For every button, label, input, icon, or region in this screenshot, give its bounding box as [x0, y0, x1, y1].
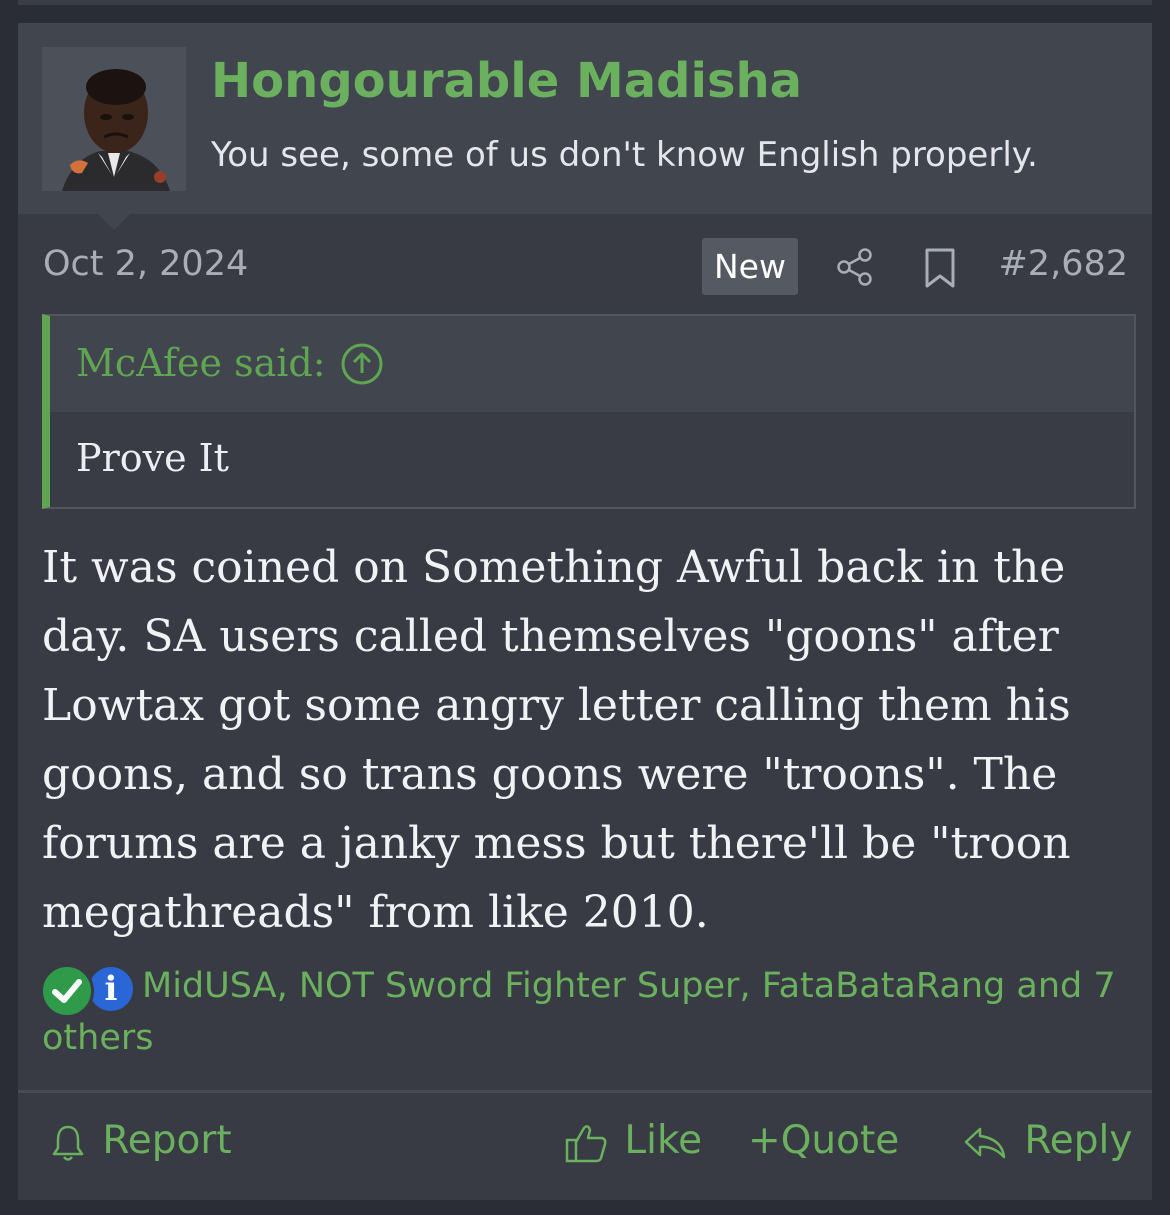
check-reaction-icon: [40, 964, 94, 1018]
bookmark-icon[interactable]: [922, 247, 958, 289]
new-badge: New: [702, 238, 798, 295]
reactions-list[interactable]: MidUSA, NOT Sword Fighter Super, FataBat…: [42, 960, 1142, 1064]
thumbs-up-icon: [565, 1124, 607, 1162]
quote-label: Quote: [780, 1118, 900, 1163]
like-button[interactable]: Like: [564, 1111, 702, 1171]
quote-button[interactable]: +Quote: [748, 1111, 899, 1171]
forum-post: Hongourable Madisha You see, some of us …: [18, 23, 1152, 1200]
user-header: Hongourable Madisha You see, some of us …: [18, 23, 1152, 214]
arrow-up-circle-icon[interactable]: [340, 342, 384, 386]
post-meta-row: Oct 2, 2024 New #2,682: [18, 238, 1152, 298]
plus-icon: +: [748, 1118, 781, 1163]
quote-header: McAfee said:: [50, 316, 1134, 412]
avatar-image: [42, 47, 186, 191]
bell-icon: [52, 1125, 84, 1161]
avatar[interactable]: [42, 47, 186, 191]
share-icon[interactable]: [836, 247, 874, 287]
reply-button[interactable]: Reply: [962, 1111, 1132, 1171]
post-number[interactable]: #2,682: [998, 244, 1128, 284]
post-actions-bar: Report Like +Quote Reply: [18, 1090, 1152, 1203]
post-body: It was coined on Something Awful back in…: [42, 542, 1071, 938]
reply-label: Reply: [1024, 1118, 1133, 1163]
like-label: Like: [624, 1118, 703, 1163]
username[interactable]: Hongourable Madisha: [211, 53, 802, 109]
reaction-icons: i: [38, 964, 138, 1018]
post-date[interactable]: Oct 2, 2024: [43, 244, 248, 284]
quote-text: Prove It: [76, 436, 229, 480]
reply-arrow-icon: [964, 1127, 1006, 1158]
quote-author[interactable]: McAfee said:: [76, 341, 326, 385]
previous-post-edge: [18, 0, 1152, 5]
quote-block: McAfee said: Prove It: [42, 314, 1136, 509]
report-button[interactable]: Report: [50, 1111, 232, 1171]
report-label: Report: [102, 1118, 232, 1163]
header-arrow: [98, 214, 130, 230]
user-title: You see, some of us don't know English p…: [211, 135, 1038, 175]
